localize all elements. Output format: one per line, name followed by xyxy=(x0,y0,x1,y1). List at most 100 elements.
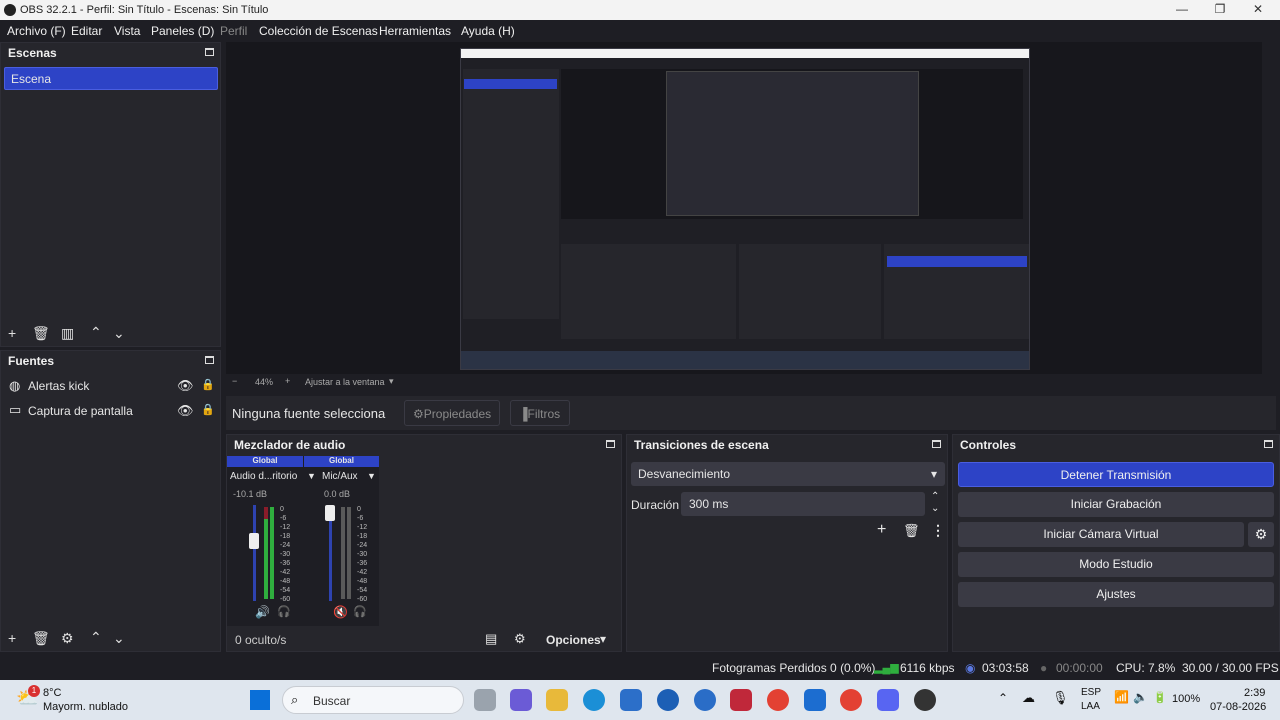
menu-perfil[interactable]: Perfil xyxy=(220,24,247,38)
gear-icon[interactable]: ⚙ xyxy=(514,631,526,647)
volume-icon[interactable]: 🔈 xyxy=(1133,690,1148,704)
meter-bar xyxy=(347,507,351,599)
eye-icon[interactable]: 👁 xyxy=(177,403,194,419)
filters-button[interactable]: ▐Filtros xyxy=(510,400,570,426)
menu-vista[interactable]: Vista xyxy=(114,24,140,38)
channel-name[interactable]: Audio d...ritorio xyxy=(230,471,297,482)
microphone-icon[interactable]: 🎙 xyxy=(1052,690,1069,706)
outlook-icon[interactable] xyxy=(804,689,826,711)
move-down-icon[interactable]: ⌄ xyxy=(113,325,125,342)
tray-chevron-icon[interactable]: ⌃ xyxy=(998,691,1008,705)
source-item[interactable]: ◍ Alertas kick 👁 🔒 xyxy=(9,378,215,396)
menu-paneles[interactable]: Paneles (D) xyxy=(151,24,214,38)
volume-slider-handle[interactable] xyxy=(249,533,259,549)
zoom-out-icon[interactable]: − xyxy=(232,376,237,386)
headphone-icon[interactable]: 🎧 xyxy=(353,605,367,618)
file-explorer-icon[interactable] xyxy=(546,689,568,711)
menu-archivo[interactable]: Archivo (F) xyxy=(7,24,66,38)
float-icon[interactable] xyxy=(205,356,214,364)
mcafee-icon[interactable] xyxy=(730,689,752,711)
properties-button[interactable]: ⚙Propiedades xyxy=(404,400,500,426)
float-icon[interactable] xyxy=(205,48,214,56)
search-icon: ⌕ xyxy=(291,692,299,707)
hp-icon[interactable] xyxy=(657,689,679,711)
edge-icon[interactable] xyxy=(583,689,605,711)
help-icon[interactable] xyxy=(694,689,716,711)
windows-start-icon[interactable] xyxy=(250,690,270,710)
float-icon[interactable] xyxy=(1264,440,1273,448)
float-icon[interactable] xyxy=(606,440,615,448)
nested-mixer xyxy=(561,244,736,339)
eye-icon[interactable]: 👁 xyxy=(177,378,194,394)
duration-input[interactable]: 300 ms xyxy=(681,492,925,516)
close-button[interactable]: ✕ xyxy=(1238,2,1278,16)
chrome-profile-icon[interactable] xyxy=(840,689,862,711)
task-view-icon[interactable] xyxy=(474,689,496,711)
add-transition-icon[interactable]: + xyxy=(877,521,886,539)
source-settings-icon[interactable]: ⚙ xyxy=(61,630,74,647)
move-up-icon[interactable]: ⌃ xyxy=(90,629,102,646)
speaker-icon[interactable]: 🔊 xyxy=(255,605,270,619)
remove-source-icon[interactable]: 🗑 xyxy=(32,630,50,647)
virtual-camera-button[interactable]: Iniciar Cámara Virtual xyxy=(958,522,1244,547)
onedrive-icon[interactable]: ☁ xyxy=(1022,690,1035,706)
lock-icon[interactable]: 🔒 xyxy=(201,403,215,416)
title-bar: OBS 32.2.1 - Perfil: Sin Título - Escena… xyxy=(0,0,1280,20)
zoom-in-icon[interactable]: + xyxy=(285,376,290,386)
weather-badge: 1 xyxy=(28,685,40,697)
studio-mode-button[interactable]: Modo Estudio xyxy=(958,552,1274,577)
channel-name[interactable]: Mic/Aux xyxy=(322,471,358,482)
menu-editar[interactable]: Editar xyxy=(71,24,102,38)
obs-taskbar-icon[interactable] xyxy=(914,689,936,711)
meter-tick-label: -18 xyxy=(280,533,291,540)
spin-up-icon[interactable]: ⌃ xyxy=(931,491,939,502)
add-scene-icon[interactable]: + xyxy=(8,325,16,341)
move-up-icon[interactable]: ⌃ xyxy=(90,324,102,341)
menu-coleccion[interactable]: Colección de Escenas xyxy=(259,24,378,38)
menu-ayuda[interactable]: Ayuda (H) xyxy=(461,24,515,38)
remove-transition-icon[interactable]: 🗑 xyxy=(903,523,920,539)
chevron-down-icon[interactable]: ▾ xyxy=(600,632,606,646)
clock-date[interactable]: 07-08-2026 xyxy=(1210,701,1266,713)
scene-filter-icon[interactable]: ▥ xyxy=(61,325,74,342)
menu-herramientas[interactable]: Herramientas xyxy=(379,24,451,38)
chrome-icon[interactable] xyxy=(767,689,789,711)
start-recording-button[interactable]: Iniciar Grabación xyxy=(958,492,1274,517)
muted-speaker-icon[interactable]: 🔇 xyxy=(333,605,348,619)
chevron-down-icon[interactable]: ▼ xyxy=(367,471,376,481)
meter-tick-label: -36 xyxy=(280,560,291,567)
options-button[interactable]: Opciones xyxy=(546,633,601,647)
virtual-camera-settings-icon[interactable]: ⚙ xyxy=(1248,522,1274,547)
taskbar-search[interactable]: ⌕ Buscar xyxy=(282,686,464,714)
chevron-down-icon[interactable]: ▾ xyxy=(389,376,394,387)
wifi-icon[interactable]: 📶 xyxy=(1114,690,1129,704)
language-code[interactable]: ESP xyxy=(1081,687,1101,698)
layout-icon[interactable]: ▤ xyxy=(485,631,497,647)
move-down-icon[interactable]: ⌄ xyxy=(113,630,125,647)
battery-icon[interactable]: 🔋 xyxy=(1153,691,1167,704)
volume-slider-track[interactable] xyxy=(253,505,256,601)
settings-button[interactable]: Ajustes xyxy=(958,582,1274,607)
filters-label: Filtros xyxy=(527,407,561,421)
source-item[interactable]: ▭ Captura de pantalla 👁 🔒 xyxy=(9,402,215,421)
stop-streaming-button[interactable]: Detener Transmisión xyxy=(958,462,1274,487)
lock-icon[interactable]: 🔒 xyxy=(201,378,215,391)
transition-select[interactable]: Desvanecimiento ▾ xyxy=(631,462,945,486)
maximize-button[interactable]: ❐ xyxy=(1200,2,1240,16)
scene-item[interactable]: Escena xyxy=(4,67,218,90)
remove-scene-icon[interactable]: 🗑 xyxy=(32,325,50,342)
clock-time[interactable]: 2:39 xyxy=(1244,687,1265,699)
copilot-icon[interactable] xyxy=(510,689,532,711)
chevron-down-icon[interactable]: ▼ xyxy=(307,471,316,481)
discord-icon[interactable] xyxy=(877,689,899,711)
more-options-icon[interactable]: ⋮ xyxy=(931,522,945,539)
spin-down-icon[interactable]: ⌄ xyxy=(931,503,939,514)
store-icon[interactable] xyxy=(620,689,642,711)
add-source-icon[interactable]: + xyxy=(8,630,16,646)
volume-slider-handle[interactable] xyxy=(325,505,335,521)
fit-to-window[interactable]: Ajustar a la ventana xyxy=(305,377,385,387)
keyboard-layout[interactable]: LAA xyxy=(1081,701,1100,712)
float-icon[interactable] xyxy=(932,440,941,448)
headphone-icon[interactable]: 🎧 xyxy=(277,605,291,618)
minimize-button[interactable]: — xyxy=(1162,2,1202,16)
